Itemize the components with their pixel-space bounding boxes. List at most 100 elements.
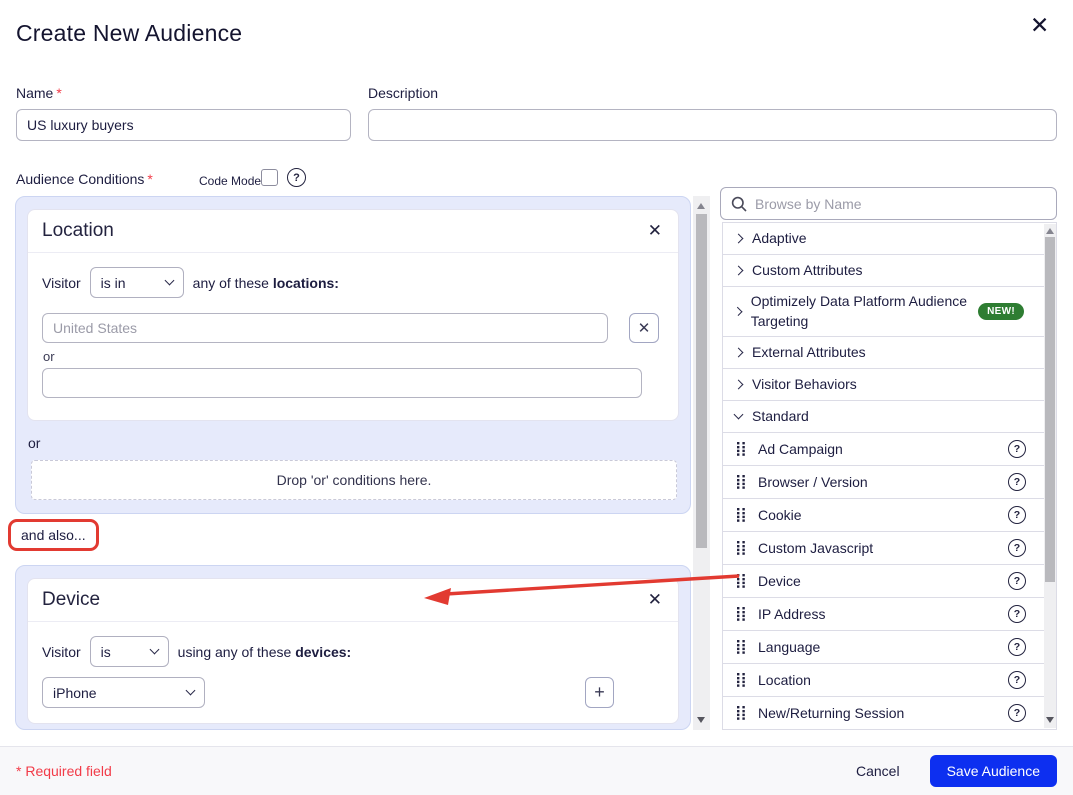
attribute-list-scrollbar[interactable] <box>1044 224 1056 728</box>
device-card: Device ✕ Visitor is using any of these d… <box>27 578 679 724</box>
scroll-down-icon[interactable] <box>1046 717 1054 723</box>
cancel-button[interactable]: Cancel <box>856 763 900 779</box>
category-label: Visitor Behaviors <box>752 370 857 398</box>
inner-or-label: or <box>43 349 55 364</box>
chevron-down-icon <box>164 276 174 286</box>
search-input[interactable] <box>755 196 1046 212</box>
location-clause-text: any of these locations: <box>193 275 339 291</box>
device-operator-select[interactable]: is <box>90 636 169 667</box>
drag-handle-icon[interactable] <box>736 574 746 588</box>
attribute-item-label: Cookie <box>758 507 802 523</box>
conditions-label: Audience Conditions* <box>16 171 153 187</box>
category-row-optimizely-data-platform-audience-targeting[interactable]: Optimizely Data Platform Audience Target… <box>723 287 1056 337</box>
device-clause-text: using any of these devices: <box>178 644 352 660</box>
add-device-button[interactable]: + <box>585 677 614 708</box>
category-row-standard[interactable]: Standard <box>723 401 1056 433</box>
attribute-item-language[interactable]: Language? <box>723 631 1056 664</box>
standard-item-list: Ad Campaign?Browser / Version?Cookie?Cus… <box>723 433 1056 730</box>
or-drop-zone[interactable]: Drop 'or' conditions here. <box>31 460 677 500</box>
attribute-item-new-returning-session[interactable]: New/Returning Session? <box>723 697 1056 730</box>
scroll-up-icon[interactable] <box>1046 228 1054 234</box>
name-label-text: Name <box>16 85 53 101</box>
remove-location-value-button[interactable]: ✕ <box>629 313 659 343</box>
close-icon[interactable]: ✕ <box>1030 14 1049 37</box>
category-row-adaptive[interactable]: Adaptive <box>723 223 1056 255</box>
location-condition-group: Location ✕ Visitor is in any of these lo… <box>15 196 691 514</box>
dialog-footer: * Required field Cancel Save Audience <box>0 746 1073 795</box>
category-label: Adaptive <box>752 224 806 252</box>
outer-or-label: or <box>28 435 40 451</box>
attribute-item-location[interactable]: Location? <box>723 664 1056 697</box>
attribute-item-ad-campaign[interactable]: Ad Campaign? <box>723 433 1056 466</box>
category-row-visitor-behaviors[interactable]: Visitor Behaviors <box>723 369 1056 401</box>
remove-device-card-icon[interactable]: ✕ <box>648 590 662 610</box>
save-audience-button[interactable]: Save Audience <box>930 755 1057 787</box>
location-value-input[interactable] <box>42 313 608 343</box>
help-icon[interactable]: ? <box>1008 605 1026 623</box>
attribute-item-label: Device <box>758 573 801 589</box>
code-mode-help-icon[interactable]: ? <box>287 168 306 187</box>
help-icon[interactable]: ? <box>1008 704 1026 722</box>
drag-handle-icon[interactable] <box>736 508 746 522</box>
category-row-external-attributes[interactable]: External Attributes <box>723 337 1056 369</box>
scrollbar-thumb[interactable] <box>696 214 707 548</box>
attribute-item-browser-version[interactable]: Browser / Version? <box>723 466 1056 499</box>
name-input[interactable] <box>16 109 351 141</box>
attribute-item-custom-javascript[interactable]: Custom Javascript? <box>723 532 1056 565</box>
device-operator-value: is <box>101 644 111 660</box>
code-mode-label: Code Mode <box>199 174 261 188</box>
category-label: Custom Attributes <box>752 256 863 284</box>
page-title: Create New Audience <box>16 20 242 47</box>
code-mode-checkbox[interactable] <box>261 169 278 186</box>
attribute-item-ip-address[interactable]: IP Address? <box>723 598 1056 631</box>
help-icon[interactable]: ? <box>1008 671 1026 689</box>
scroll-up-icon[interactable] <box>697 203 705 209</box>
help-icon[interactable]: ? <box>1008 473 1026 491</box>
device-condition-group: Device ✕ Visitor is using any of these d… <box>15 565 691 730</box>
attribute-item-label: Ad Campaign <box>758 441 843 457</box>
chevron-right-icon <box>734 234 744 244</box>
chevron-right-icon <box>733 307 742 316</box>
drag-handle-icon[interactable] <box>736 706 746 720</box>
chevron-down-icon <box>186 686 196 696</box>
chevron-down-icon <box>149 645 159 655</box>
category-row-custom-attributes[interactable]: Custom Attributes <box>723 255 1056 287</box>
attribute-item-device[interactable]: Device? <box>723 565 1056 598</box>
clause-prefix: using any of these <box>178 644 292 660</box>
attribute-item-label: Custom Javascript <box>758 540 873 556</box>
help-icon[interactable]: ? <box>1008 572 1026 590</box>
drag-handle-icon[interactable] <box>736 607 746 621</box>
drag-handle-icon[interactable] <box>736 640 746 654</box>
help-icon[interactable]: ? <box>1008 539 1026 557</box>
device-value-select[interactable]: iPhone <box>42 677 205 708</box>
attribute-item-cookie[interactable]: Cookie? <box>723 499 1056 532</box>
annotation-highlight: and also... <box>8 519 99 551</box>
location-operator-select[interactable]: is in <box>90 267 184 298</box>
location-operator-value: is in <box>101 275 126 291</box>
chevron-down-icon <box>734 409 744 419</box>
drag-handle-icon[interactable] <box>736 442 746 456</box>
category-list: Adaptive Custom Attributes Optimizely Data… <box>723 223 1056 433</box>
help-icon[interactable]: ? <box>1008 638 1026 656</box>
drag-handle-icon[interactable] <box>736 541 746 555</box>
scrollbar-thumb[interactable] <box>1045 237 1055 582</box>
help-icon[interactable]: ? <box>1008 440 1026 458</box>
location-value-input-2[interactable] <box>42 368 642 398</box>
chevron-right-icon <box>734 266 744 276</box>
location-card: Location ✕ Visitor is in any of these lo… <box>27 209 679 421</box>
help-icon[interactable]: ? <box>1008 506 1026 524</box>
description-input[interactable] <box>368 109 1057 141</box>
footer-actions: Cancel Save Audience <box>856 755 1057 787</box>
conditions-scrollbar[interactable] <box>693 196 710 730</box>
and-also-button[interactable]: and also... <box>11 522 96 548</box>
remove-location-card-icon[interactable]: ✕ <box>648 221 662 241</box>
scroll-down-icon[interactable] <box>697 717 705 723</box>
conditions-label-text: Audience Conditions <box>16 171 144 187</box>
attribute-item-label: Language <box>758 639 820 655</box>
clause-object: locations: <box>273 275 339 291</box>
drag-handle-icon[interactable] <box>736 673 746 687</box>
attribute-search[interactable] <box>720 187 1057 220</box>
search-icon <box>731 196 747 212</box>
drag-handle-icon[interactable] <box>736 475 746 489</box>
visitor-label: Visitor <box>42 275 81 291</box>
